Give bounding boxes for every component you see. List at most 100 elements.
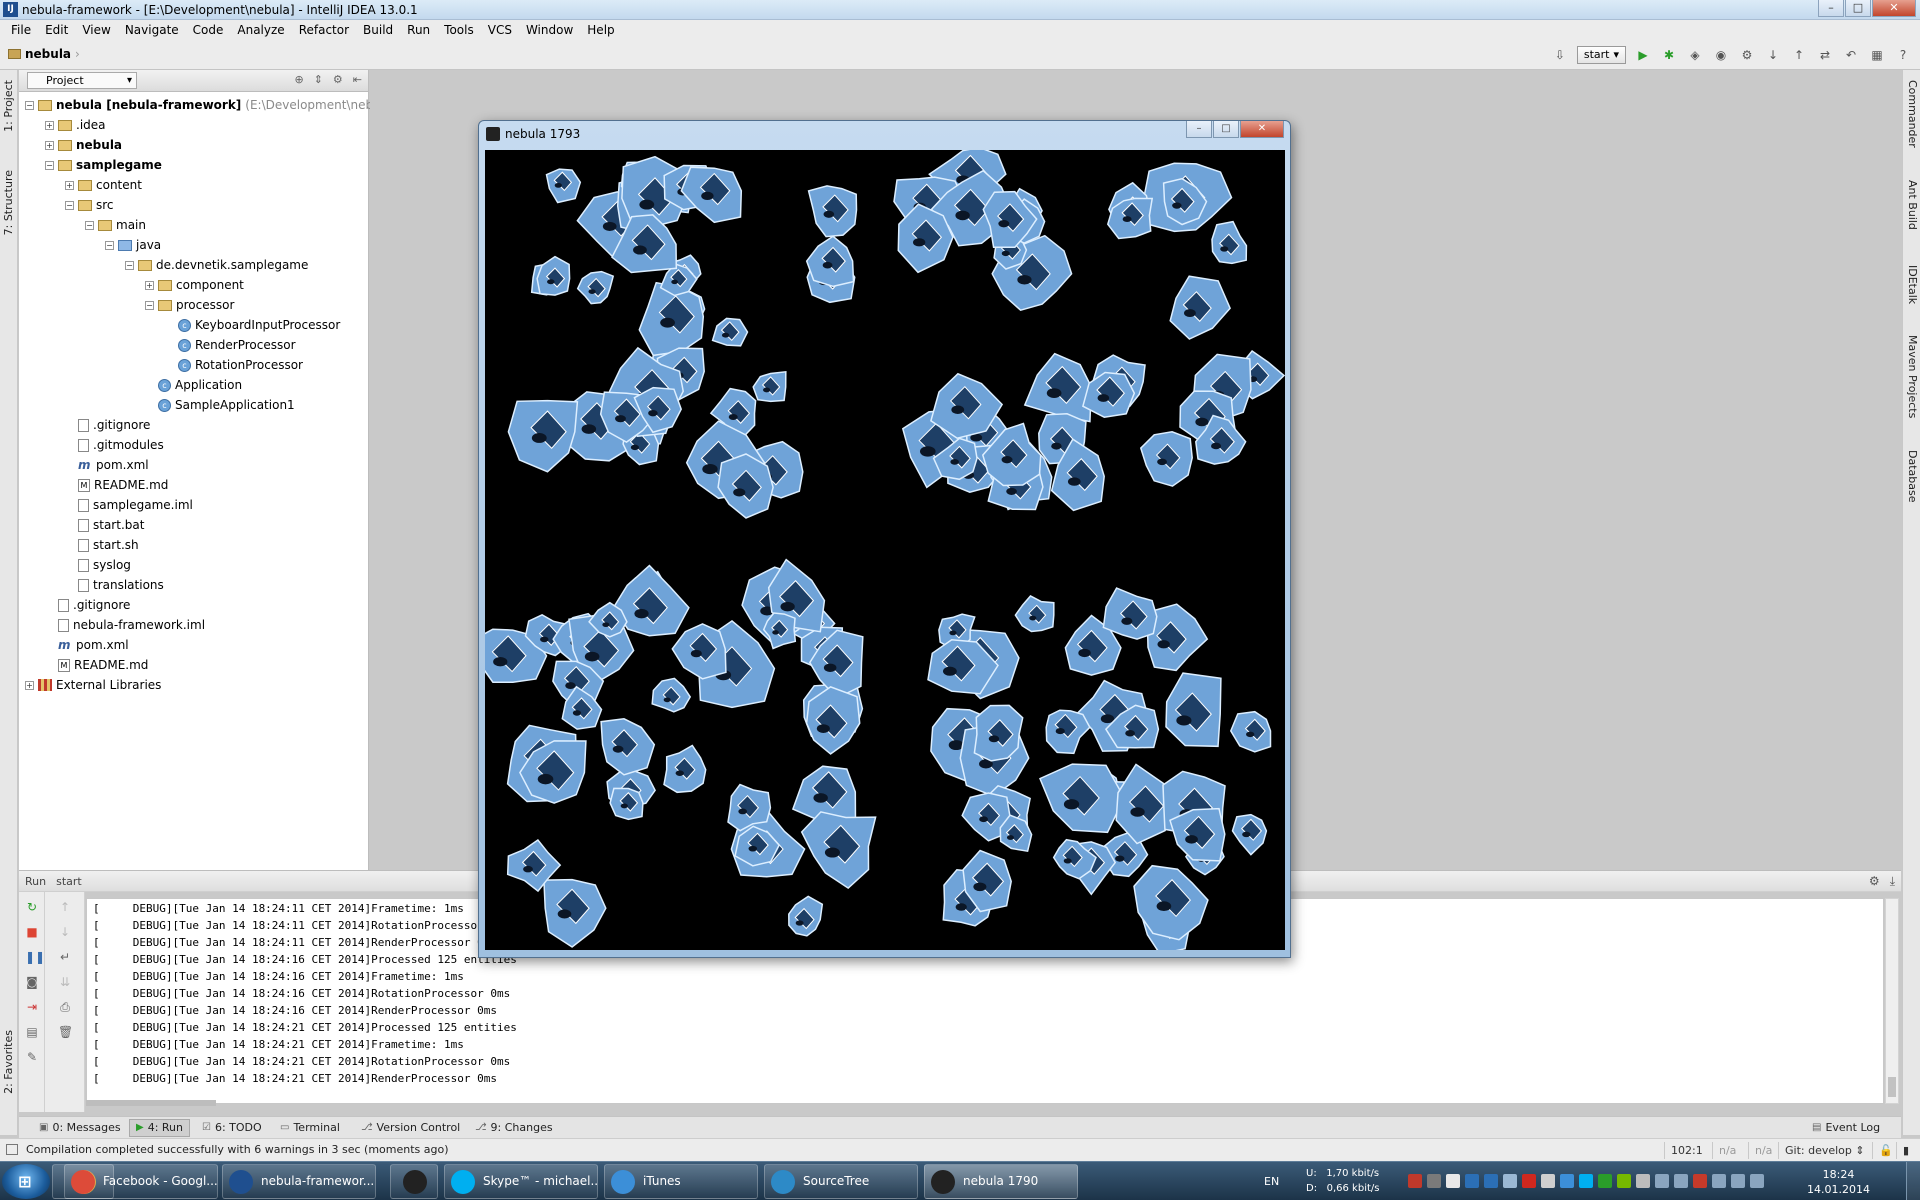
clock[interactable]: 18:24 14.01.2014 [1807, 1167, 1870, 1197]
scroll-to-end-icon[interactable]: ⇊ [58, 975, 72, 989]
tree-item[interactable]: c Application [145, 375, 242, 395]
tree-item[interactable]: nebula-framework.iml [45, 615, 205, 635]
console-scrollbar[interactable] [1885, 898, 1899, 1104]
collapse-icon[interactable]: − [25, 100, 34, 110]
tab-messages[interactable]: ▣ 0: Messages [33, 1119, 127, 1137]
tree-item[interactable]: − samplegame [45, 155, 162, 175]
tree-item[interactable]: + nebula [45, 135, 122, 155]
collapse-icon[interactable]: − [65, 200, 74, 210]
project-view-selector[interactable]: Project [27, 72, 137, 89]
help-icon[interactable]: ? [1894, 46, 1912, 64]
tree-item[interactable]: M README.md [45, 655, 148, 675]
tree-item[interactable]: + content [65, 175, 142, 195]
collapse-icon[interactable]: − [105, 240, 114, 250]
taskbar-item[interactable]: Facebook - Googl... [64, 1164, 218, 1199]
tab-idetalk[interactable]: IDEtalk [1906, 265, 1919, 304]
nebula-game-window[interactable]: nebula 1793 – □ ✕ [478, 120, 1291, 958]
tree-item[interactable]: c SampleApplication1 [145, 395, 295, 415]
layout-icon[interactable]: ▤ [25, 1025, 39, 1039]
expand-icon[interactable]: + [45, 120, 54, 130]
tree-item[interactable]: translations [65, 575, 164, 595]
tree-item[interactable]: − java [105, 235, 161, 255]
collapse-icon[interactable]: − [125, 260, 134, 270]
stop-icon[interactable]: ■ [25, 925, 39, 939]
maximize-button[interactable]: □ [1213, 121, 1239, 138]
memory-indicator-icon[interactable]: ▮ [1896, 1142, 1909, 1159]
tray-app-icon[interactable] [1427, 1174, 1441, 1188]
tree-item[interactable]: .gitignore [45, 595, 130, 615]
tray-app-icon[interactable] [1750, 1174, 1764, 1188]
collapse-icon[interactable]: − [145, 300, 154, 310]
tray-app-icon[interactable] [1617, 1174, 1631, 1188]
tree-item[interactable]: + component [145, 275, 244, 295]
language-indicator[interactable]: EN [1264, 1175, 1279, 1188]
menu-tools[interactable]: Tools [437, 20, 481, 40]
tray-app-icon[interactable] [1598, 1174, 1612, 1188]
gear-icon[interactable]: ⚙ [1869, 874, 1880, 889]
tab-run[interactable]: ▶ 4: Run [129, 1119, 190, 1137]
debug-icon[interactable]: ✱ [1660, 46, 1678, 64]
tray-app-icon[interactable] [1408, 1174, 1422, 1188]
exit-icon[interactable]: ⇥ [25, 1000, 39, 1014]
gear-icon[interactable]: ⚙ [333, 73, 343, 86]
vcs-update-icon[interactable]: ↓ [1764, 46, 1782, 64]
coverage-icon[interactable]: ◈ [1686, 46, 1704, 64]
run-configuration-selector[interactable]: start ▾ [1576, 46, 1626, 64]
scroll-from-source-icon[interactable]: ⊕ [294, 73, 303, 86]
run-config-tab[interactable]: start [56, 875, 82, 888]
collapse-all-icon[interactable]: ⇕ [314, 73, 323, 86]
settings-icon[interactable]: ⚙ [1738, 46, 1756, 64]
tree-item[interactable]: m pom.xml [65, 455, 149, 475]
down-arrow-icon[interactable]: ↓ [58, 925, 72, 939]
soft-wrap-icon[interactable]: ↵ [58, 950, 72, 964]
tab-todo[interactable]: ☑ 6: TODO [196, 1119, 268, 1137]
tree-item[interactable]: c RotationProcessor [165, 355, 303, 375]
tree-item[interactable]: .gitmodules [65, 435, 164, 455]
taskbar-item[interactable]: Skype™ - michael... [444, 1164, 598, 1199]
pause-icon[interactable]: ❚❚ [25, 950, 45, 964]
tree-item[interactable]: − main [85, 215, 146, 235]
up-arrow-icon[interactable]: ↑ [58, 900, 72, 914]
trash-icon[interactable]: 🗑 [58, 1025, 73, 1039]
taskbar-item[interactable]: nebula 1790 [924, 1164, 1078, 1199]
compare-icon[interactable]: ⇄ [1816, 46, 1834, 64]
expand-icon[interactable]: + [65, 180, 74, 190]
tab-database[interactable]: Database [1906, 450, 1919, 503]
tree-item[interactable]: syslog [65, 555, 131, 575]
tasks-icon[interactable]: ▦ [1868, 46, 1886, 64]
taskbar-item[interactable]: nebula-framewor... [222, 1164, 376, 1199]
show-desktop-button[interactable] [1906, 1162, 1920, 1200]
print-icon[interactable]: ⎙ [58, 1000, 72, 1014]
tree-item[interactable]: samplegame.iml [65, 495, 193, 515]
tray-app-icon[interactable] [1712, 1174, 1726, 1188]
hide-panel-icon[interactable]: ⤓ [1890, 874, 1895, 889]
tab-project[interactable]: 1: Project [2, 80, 15, 132]
stop-icon[interactable]: ◉ [1712, 46, 1730, 64]
tab-terminal[interactable]: ▭ Terminal [274, 1119, 346, 1137]
tree-item[interactable]: start.sh [65, 535, 139, 555]
menu-analyze[interactable]: Analyze [230, 20, 291, 40]
game-render-canvas[interactable] [485, 150, 1285, 950]
revert-icon[interactable]: ↶ [1842, 46, 1860, 64]
tab-event-log[interactable]: ▤ Event Log [1806, 1119, 1886, 1137]
tray-app-icon[interactable] [1636, 1174, 1650, 1188]
close-button[interactable]: ✕ [1872, 0, 1916, 17]
scrollbar-thumb[interactable] [1888, 1077, 1896, 1097]
tree-item[interactable]: − processor [145, 295, 234, 315]
tray-app-icon[interactable] [1731, 1174, 1745, 1188]
tree-item[interactable]: .gitignore [65, 415, 150, 435]
taskbar-item[interactable] [390, 1164, 438, 1199]
dump-threads-icon[interactable]: ◙ [25, 975, 39, 989]
collapse-icon[interactable]: − [85, 220, 94, 230]
git-branch-widget[interactable]: Git: develop ⇕ [1778, 1142, 1868, 1159]
minimize-button[interactable]: – [1818, 0, 1844, 17]
tree-item[interactable]: M README.md [65, 475, 168, 495]
menu-edit[interactable]: Edit [38, 20, 75, 40]
tab-changes[interactable]: ⎇ 9: Changes [469, 1119, 559, 1137]
tree-item[interactable]: − de.devnetik.samplegame [125, 255, 308, 275]
run-icon[interactable]: ▶ [1634, 46, 1652, 64]
tray-app-icon[interactable] [1522, 1174, 1536, 1188]
tree-item[interactable]: − nebula [nebula-framework] (E:\Developmen… [25, 95, 396, 115]
tray-app-icon[interactable] [1541, 1174, 1555, 1188]
tab-ant-build[interactable]: Ant Build [1906, 180, 1919, 230]
